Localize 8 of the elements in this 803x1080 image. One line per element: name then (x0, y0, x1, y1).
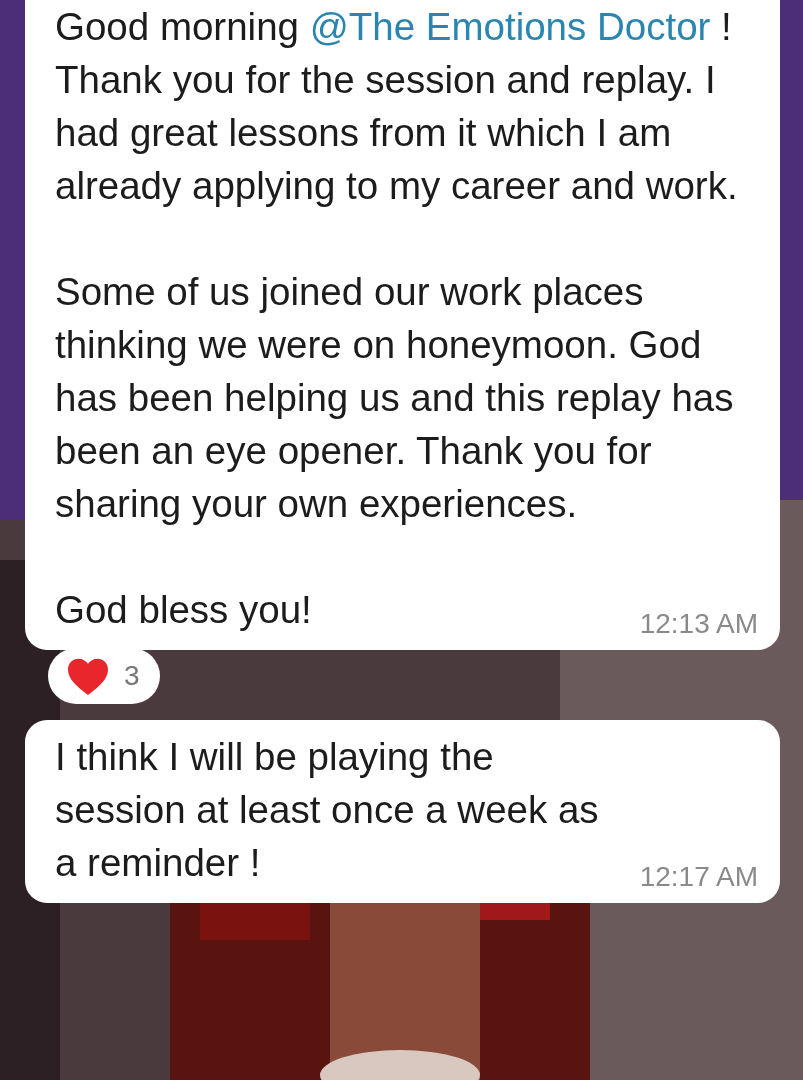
heart-icon (66, 656, 110, 696)
reaction-button[interactable]: 3 (48, 648, 160, 704)
message-text: Some of us joined our work places thinking we were on honeymoon. God has been helping us and this replay has been an eye opener. Thank you for sharing your own experiences. (55, 269, 735, 527)
message-text: Good morning @The Emotions Doctor ! Thank you for the session and replay. I had great lessons from it which I am already applying to my career and work. (55, 4, 739, 209)
message-text: God bless you! (55, 587, 312, 633)
message-text: I think I will be playing the session at least once a week as a reminder ! (55, 734, 600, 886)
timestamp: 12:17 AM (639, 863, 758, 891)
timestamp: 12:13 AM (639, 610, 758, 638)
